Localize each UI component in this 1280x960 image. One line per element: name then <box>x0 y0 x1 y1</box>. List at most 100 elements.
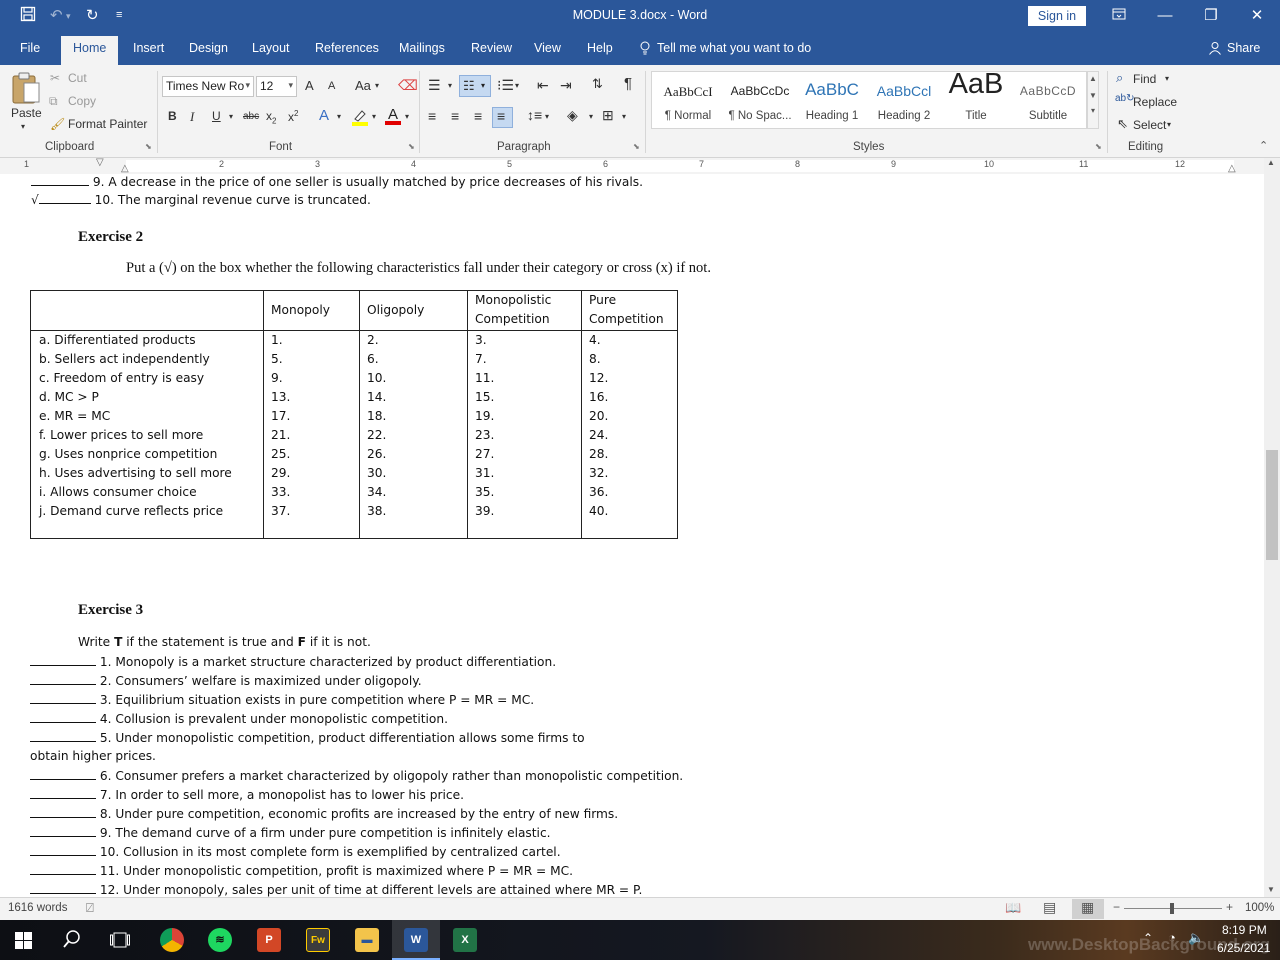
table-cell[interactable]: 27. <box>475 445 494 464</box>
justify-button[interactable]: ≡ <box>492 107 513 128</box>
increase-indent-icon[interactable]: ⇥ <box>560 77 572 94</box>
table-cell[interactable]: 2. <box>367 331 379 350</box>
word-taskbar-button[interactable]: W <box>392 920 440 960</box>
font-launcher-icon[interactable]: ⬊ <box>408 142 415 151</box>
excel-icon[interactable]: X <box>453 928 477 952</box>
answer-blank[interactable] <box>30 692 96 704</box>
font-size-combo[interactable]: 12 ▾ <box>256 76 297 97</box>
zoom-out-icon[interactable]: − <box>1113 900 1120 914</box>
style-normal[interactable]: AaBbCcI ¶ Normal <box>652 72 724 128</box>
table-cell[interactable]: 33. <box>271 483 290 502</box>
tab-review[interactable]: Review <box>471 41 512 55</box>
table-cell[interactable]: 17. <box>271 407 290 426</box>
subscript-icon[interactable]: x2 <box>266 109 276 125</box>
table-cell[interactable]: 32. <box>589 464 608 483</box>
align-left-icon[interactable]: ≡ <box>428 108 436 124</box>
collapse-ribbon-icon[interactable]: ⌃ <box>1259 139 1268 152</box>
multilevel-list-icon[interactable]: ⁝☰ <box>497 77 514 94</box>
table-cell[interactable]: 11. <box>475 369 494 388</box>
tab-references[interactable]: References <box>315 41 379 55</box>
web-layout-button[interactable]: ▦ <box>1072 899 1104 919</box>
answer-blank[interactable] <box>30 825 96 837</box>
zoom-level[interactable]: 100% <box>1245 902 1274 914</box>
font-color-icon[interactable]: A <box>384 106 402 126</box>
superscript-icon[interactable]: x2 <box>288 109 298 124</box>
tab-help[interactable]: Help <box>587 41 613 55</box>
paste-button[interactable]: Paste <box>11 106 42 120</box>
save-icon[interactable] <box>20 6 36 26</box>
styles-gallery-scroll[interactable]: ▲ ▼ ▾ <box>1087 71 1099 129</box>
answer-blank[interactable] <box>30 654 96 666</box>
table-cell[interactable]: 36. <box>589 483 608 502</box>
align-center-icon[interactable]: ≡ <box>451 108 459 124</box>
print-layout-icon[interactable]: ▤ <box>1043 899 1056 916</box>
paragraph-launcher-icon[interactable]: ⬊ <box>633 142 640 151</box>
close-button[interactable]: ✕ <box>1234 4 1280 28</box>
change-case-icon[interactable]: Aa <box>355 78 371 93</box>
gallery-down-icon[interactable]: ▼ <box>1088 91 1098 100</box>
tab-design[interactable]: Design <box>189 41 228 55</box>
answer-blank[interactable] <box>30 768 96 780</box>
clipboard-launcher-icon[interactable]: ⬊ <box>145 142 152 151</box>
read-mode-icon[interactable]: 📖 <box>1005 900 1021 916</box>
table-cell[interactable]: 22. <box>367 426 386 445</box>
table-cell[interactable]: 40. <box>589 502 608 521</box>
table-cell[interactable]: 16. <box>589 388 608 407</box>
task-view-icon[interactable] <box>110 932 130 948</box>
table-cell[interactable]: 39. <box>475 502 494 521</box>
table-cell[interactable]: 15. <box>475 388 494 407</box>
chevron-down-icon[interactable]: ▾ <box>622 112 626 121</box>
find-button[interactable]: Find <box>1133 72 1156 86</box>
chevron-down-icon[interactable]: ▾ <box>245 80 250 91</box>
tab-home[interactable]: Home <box>61 36 119 65</box>
horizontal-ruler[interactable]: 1 2 3 4 5 6 7 8 9 10 11 12 ▽ △ △ <box>0 157 1264 174</box>
table-cell[interactable]: 4. <box>589 331 601 350</box>
table-cell[interactable]: 23. <box>475 426 494 445</box>
document-page[interactable]: 9. A decrease in the price of one seller… <box>0 174 1264 897</box>
scroll-down-icon[interactable]: ▼ <box>1267 885 1275 894</box>
style-heading-2[interactable]: AaBbCcl Heading 2 <box>868 72 940 128</box>
sort-icon[interactable]: ⇅ <box>592 76 603 92</box>
scrollbar-thumb[interactable] <box>1266 450 1278 560</box>
copy-button[interactable]: Copy <box>68 94 96 108</box>
table-cell[interactable]: 25. <box>271 445 290 464</box>
chevron-down-icon[interactable]: ▾ <box>405 112 409 121</box>
shrink-font-icon[interactable]: A <box>328 80 335 92</box>
table-cell[interactable]: 1. <box>271 331 283 350</box>
clear-formatting-icon[interactable]: ⌫ <box>398 77 418 94</box>
decrease-indent-icon[interactable]: ⇤ <box>537 77 549 94</box>
answer-blank[interactable] <box>30 806 96 818</box>
spotify-icon[interactable]: ≋ <box>208 928 232 952</box>
underline-icon[interactable]: U <box>212 109 221 123</box>
styles-launcher-icon[interactable]: ⬊ <box>1095 142 1102 151</box>
chevron-down-icon[interactable]: ▾ <box>337 112 341 121</box>
show-formatting-icon[interactable]: ¶ <box>624 75 632 92</box>
chevron-down-icon[interactable]: ▾ <box>229 112 233 121</box>
style-title[interactable]: AaB Title <box>940 68 1012 128</box>
line-spacing-icon[interactable]: ↕≡ <box>527 107 542 123</box>
tell-me-search[interactable]: Tell me what you want to do <box>657 41 811 55</box>
bullets-icon[interactable]: ☰ <box>428 77 441 94</box>
table-cell[interactable]: 38. <box>367 502 386 521</box>
undo-icon[interactable]: ↶ <box>50 6 63 24</box>
powerpoint-icon[interactable]: P <box>257 928 281 952</box>
answer-blank[interactable] <box>30 844 96 856</box>
chrome-icon[interactable] <box>160 928 184 952</box>
tab-mailings[interactable]: Mailings <box>399 41 445 55</box>
table-cell[interactable]: 29. <box>271 464 290 483</box>
answer-blank[interactable] <box>30 673 96 685</box>
table-cell[interactable]: 10. <box>367 369 386 388</box>
zoom-slider-thumb[interactable] <box>1170 903 1174 914</box>
shading-icon[interactable]: ◈ <box>567 107 578 124</box>
zoom-in-icon[interactable]: + <box>1226 900 1233 914</box>
italic-icon[interactable]: I <box>190 109 194 125</box>
chevron-down-icon[interactable]: ▾ <box>515 81 519 90</box>
answer-blank[interactable] <box>30 863 96 875</box>
borders-icon[interactable]: ⊞ <box>602 107 614 124</box>
table-cell[interactable]: 31. <box>475 464 494 483</box>
table-cell[interactable]: 20. <box>589 407 608 426</box>
table-cell[interactable]: 28. <box>589 445 608 464</box>
vertical-scrollbar[interactable]: ▲ ▼ <box>1264 158 1280 897</box>
chevron-down-icon[interactable]: ▾ <box>545 112 549 121</box>
share-button[interactable]: Share <box>1227 41 1260 55</box>
